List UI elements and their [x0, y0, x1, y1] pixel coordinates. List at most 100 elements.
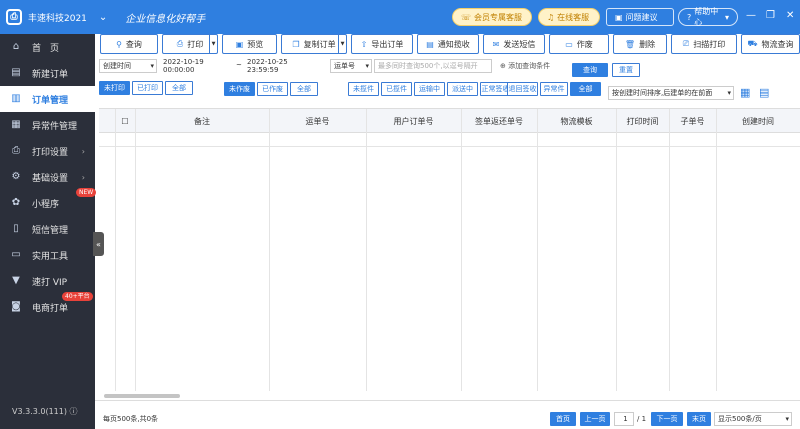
- prev-page-button[interactable]: 上一页: [580, 412, 610, 426]
- add-condition-link[interactable]: ⊕ 添加查询条件: [500, 61, 550, 71]
- waybill-field-value: 运单号: [334, 62, 355, 70]
- preview-button[interactable]: ▣ 预览: [222, 34, 277, 54]
- filter-track-all[interactable]: 全部: [570, 82, 601, 96]
- copy-dropdown-icon[interactable]: ▼: [338, 35, 346, 53]
- void-button[interactable]: ▭ 作废: [549, 34, 609, 54]
- sidebar-item-label: 新建订单: [32, 69, 69, 80]
- query-button[interactable]: ⚲ 查询: [100, 34, 158, 54]
- sort-value: 按创建时间排序,后建单的在前面: [612, 89, 713, 97]
- next-page-button[interactable]: 下一页: [651, 412, 683, 426]
- copy-order-button[interactable]: ❐ 复制订单 ▼: [281, 34, 347, 54]
- filter-picked[interactable]: 已揽件: [381, 82, 412, 96]
- chevron-right-icon: ›: [81, 146, 85, 156]
- export-settings-icon[interactable]: ▤: [759, 86, 769, 99]
- filter-not-voided[interactable]: 未作废: [224, 82, 255, 96]
- toolbar: ⚲ 查询 ⎙ 打印 ▼ ▣ 预览 ❐ 复制订单 ▼ ⇧ 导出订单 ▤ 通知揽收 ✉ 发送短信 ▭ 作…: [100, 34, 800, 56]
- send-sms-label: 发送短信: [503, 39, 536, 49]
- member-service-button[interactable]: ☏ 会员专属客服: [452, 8, 532, 26]
- column-header[interactable]: 运单号: [269, 109, 366, 133]
- void-icon: ▭: [565, 39, 573, 49]
- scan-icon: ⎚: [682, 39, 690, 48]
- column-header[interactable]: 备注: [135, 109, 269, 133]
- notify-pickup-label: 通知揽收: [437, 39, 470, 49]
- first-page-button[interactable]: 首页: [550, 412, 576, 426]
- caret-down-icon: ▾: [785, 415, 789, 423]
- sort-select[interactable]: 按创建时间排序,后建单的在前面 ▾: [608, 86, 734, 100]
- filter-print-all[interactable]: 全部: [165, 81, 193, 95]
- sidebar-item-vip[interactable]: ▼ 速打 VIP: [0, 268, 95, 294]
- sidebar-item-print-settings[interactable]: ⎙ 打印设置 ›: [0, 138, 95, 164]
- logistics-query-button[interactable]: ⛟ 物流查询: [741, 34, 800, 54]
- truck-icon: ⛟: [747, 39, 758, 48]
- print-dropdown-icon[interactable]: ▼: [209, 35, 217, 53]
- chevron-down-icon[interactable]: ⌄: [99, 12, 107, 23]
- minimize-icon[interactable]: —: [746, 10, 756, 21]
- page-input[interactable]: 1: [614, 412, 634, 426]
- sidebar-item-home[interactable]: ⌂ 首 页: [0, 34, 95, 60]
- select-all-checkbox[interactable]: ☐: [115, 109, 135, 133]
- print-button[interactable]: ⎙ 打印 ▼: [162, 34, 218, 54]
- column-settings-icon[interactable]: ▦: [740, 86, 750, 99]
- column-header[interactable]: 打印时间: [616, 109, 669, 133]
- feedback-label: 问题建议: [625, 12, 658, 22]
- query-label: 查询: [125, 39, 142, 49]
- filter-not-picked[interactable]: 未揽件: [348, 82, 379, 96]
- info-icon[interactable]: ⓘ: [70, 407, 78, 416]
- scan-print-button[interactable]: ⎚ 扫描打印: [671, 34, 737, 54]
- notify-pickup-button[interactable]: ▤ 通知揽收: [417, 34, 479, 54]
- end-time-value: 2022-10-25 23:59:59: [247, 58, 288, 74]
- column-header[interactable]: 物流模板: [537, 109, 616, 133]
- delete-button[interactable]: 🗑 删除: [613, 34, 667, 54]
- sidebar-item-sms[interactable]: ▯ 短信管理: [0, 216, 95, 242]
- filter-in-transit[interactable]: 运输中: [414, 82, 445, 96]
- feedback-icon: ▣: [615, 12, 623, 22]
- ecommerce-icon: ◙: [11, 301, 21, 312]
- filter-unprinted[interactable]: 未打印: [99, 81, 130, 95]
- horizontal-scrollbar[interactable]: [104, 394, 180, 398]
- sidebar-item-label: 打印设置: [32, 147, 69, 158]
- waybill-input[interactable]: 最多同时查询500个,以逗号隔开: [374, 59, 492, 73]
- filter-exception[interactable]: 异常件: [540, 82, 568, 96]
- export-order-button[interactable]: ⇧ 导出订单: [351, 34, 413, 54]
- copy-icon: ❐: [292, 39, 300, 49]
- column-header[interactable]: 创建时间: [716, 109, 800, 133]
- version-text: V3.3.3.0(111): [12, 407, 67, 416]
- caret-down-icon: ▾: [365, 62, 369, 70]
- preview-label: 预览: [247, 39, 264, 49]
- last-page-button[interactable]: 末页: [687, 412, 711, 426]
- waybill-field-select[interactable]: 运单号 ▾: [330, 59, 372, 73]
- column-divider: [669, 109, 670, 391]
- reset-button[interactable]: 重置: [612, 63, 640, 77]
- filter-printed[interactable]: 已打印: [132, 81, 163, 95]
- sidebar-item-basic-settings[interactable]: ⚙ 基础设置 ›: [0, 164, 95, 190]
- filter-voided[interactable]: 已作废: [257, 82, 288, 96]
- table-header: ☐ 备注 运单号 用户订单号 签单返还单号 物流模板 打印时间 子单号 创建时间: [99, 109, 800, 133]
- time-field-select[interactable]: 创建时间 ▾: [99, 59, 157, 73]
- help-center-button[interactable]: ? 帮助中心 ▾: [678, 7, 738, 27]
- close-icon[interactable]: ✕: [786, 10, 794, 21]
- page-size-select[interactable]: 显示500条/页 ▾: [714, 412, 792, 426]
- page-total: / 1: [637, 415, 647, 423]
- filter-return-signed[interactable]: 退回签收: [507, 82, 538, 96]
- column-header[interactable]: 签单返还单号: [461, 109, 537, 133]
- sidebar-item-exception[interactable]: ▦ 异常件管理: [0, 112, 95, 138]
- filter-query-button[interactable]: 查询: [572, 63, 608, 77]
- start-time-input[interactable]: 2022-10-19 00:00:00: [160, 58, 234, 74]
- sidebar-item-new-order[interactable]: ▤ 新建订单: [0, 60, 95, 86]
- sidebar-item-tools[interactable]: ▭ 实用工具: [0, 242, 95, 268]
- sidebar-item-ecommerce[interactable]: ◙ 电商打单 40+平台: [0, 292, 95, 320]
- feedback-button[interactable]: ▣ 问题建议: [606, 8, 674, 26]
- end-time-input[interactable]: 2022-10-25 23:59:59: [244, 58, 318, 74]
- filter-delivering[interactable]: 派送中: [447, 82, 478, 96]
- sidebar-item-mini-program[interactable]: ✿ 小程序 NEW: [0, 188, 97, 216]
- filter-void-all[interactable]: 全部: [290, 82, 318, 96]
- column-divider: [537, 109, 538, 391]
- sidebar-item-order-management[interactable]: ▥ 订单管理: [0, 86, 95, 112]
- print-label: 打印: [187, 39, 204, 49]
- online-service-button[interactable]: ♫ 在线客服: [538, 8, 600, 26]
- column-divider: [135, 109, 136, 391]
- send-sms-button[interactable]: ✉ 发送短信: [483, 34, 545, 54]
- column-header[interactable]: 用户订单号: [366, 109, 461, 133]
- restore-icon[interactable]: ❐: [766, 10, 775, 21]
- column-header[interactable]: 子单号: [669, 109, 716, 133]
